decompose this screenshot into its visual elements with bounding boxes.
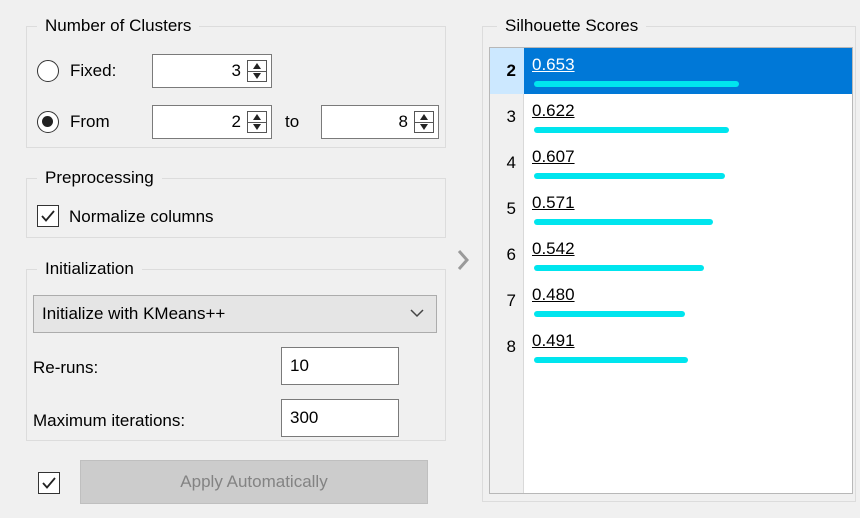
chevron-right-icon[interactable]	[456, 249, 470, 271]
score-row[interactable]: 5 0.571	[490, 186, 852, 232]
checkmark-icon	[41, 210, 55, 222]
fixed-spinbox-arrows[interactable]	[247, 60, 267, 82]
row-k-label: 2	[490, 48, 524, 94]
score-bar	[534, 173, 725, 179]
score-value: 0.542	[532, 239, 575, 258]
row-k-label: 6	[506, 245, 516, 264]
score-bar	[534, 357, 688, 363]
initialization-group: Initialization Initialize with KMeans++ …	[26, 258, 446, 441]
max-iterations-label: Maximum iterations:	[33, 411, 186, 430]
score-cell: 0.571	[524, 186, 852, 232]
kmeans-widget: Number of Clusters Fixed: 3 From 2 to 8 …	[0, 0, 860, 518]
score-bar	[534, 127, 729, 133]
score-bar	[534, 265, 704, 271]
row-k-label: 3	[506, 107, 516, 126]
score-cell: 0.653	[524, 48, 852, 94]
fixed-label: Fixed:	[70, 61, 117, 80]
score-cell: 0.491	[524, 324, 852, 370]
score-value: 0.480	[532, 285, 575, 304]
fixed-spinbox[interactable]: 3	[152, 54, 272, 88]
score-row[interactable]: 7 0.480	[490, 278, 852, 324]
chevron-down-icon	[410, 309, 424, 318]
silhouette-list[interactable]: 2 0.653 3 0.622 4 0.607 5 0.571 6 0.542 7 0.480 8 0.4…	[489, 47, 853, 494]
init-method-value: Initialize with KMeans++	[42, 304, 226, 323]
from-spinbox[interactable]: 2	[152, 105, 272, 139]
from-spinbox-arrows[interactable]	[247, 111, 267, 133]
fixed-radio[interactable]	[37, 60, 59, 82]
score-row[interactable]: 3 0.622	[490, 94, 852, 140]
score-row[interactable]: 4 0.607	[490, 140, 852, 186]
score-value: 0.653	[532, 55, 575, 74]
score-cell: 0.607	[524, 140, 852, 186]
score-bar	[534, 81, 739, 87]
from-spinbox-value: 2	[231, 112, 241, 131]
score-row[interactable]: 2 0.653	[490, 48, 852, 94]
silhouette-group-title: Silhouette Scores	[497, 15, 647, 37]
score-bar	[534, 311, 685, 317]
score-bar	[534, 219, 713, 225]
normalize-checkbox[interactable]	[37, 205, 59, 227]
score-value: 0.607	[532, 147, 575, 166]
normalize-label: Normalize columns	[69, 207, 214, 226]
to-spinbox-arrows[interactable]	[414, 111, 434, 133]
to-label: to	[285, 112, 300, 131]
score-value: 0.622	[532, 101, 575, 120]
reruns-value: 10	[290, 356, 309, 375]
max-iterations-value: 300	[290, 408, 319, 427]
row-k-label: 4	[506, 153, 516, 172]
clusters-group: Number of Clusters Fixed: 3 From 2 to 8	[26, 15, 446, 148]
reruns-input[interactable]: 10	[281, 347, 399, 385]
to-spinbox-value: 8	[398, 112, 408, 131]
fixed-spinbox-value: 3	[231, 61, 241, 80]
checkmark-icon	[42, 477, 56, 489]
from-label: From	[70, 112, 110, 131]
score-value: 0.491	[532, 331, 575, 350]
clusters-group-title: Number of Clusters	[37, 15, 200, 37]
to-spinbox[interactable]: 8	[321, 105, 439, 139]
score-cell: 0.622	[524, 94, 852, 140]
max-iterations-input[interactable]: 300	[281, 399, 399, 437]
score-value: 0.571	[532, 193, 575, 212]
initialization-group-title: Initialization	[37, 258, 142, 280]
row-k-label: 8	[506, 337, 516, 356]
score-row[interactable]: 8 0.491	[490, 324, 852, 370]
reruns-label: Re-runs:	[33, 358, 99, 377]
apply-auto-checkbox[interactable]	[38, 472, 60, 494]
from-radio[interactable]	[37, 111, 59, 133]
row-k-label: 7	[506, 291, 516, 310]
score-row[interactable]: 6 0.542	[490, 232, 852, 278]
init-method-select[interactable]: Initialize with KMeans++	[33, 295, 437, 333]
score-cell: 0.542	[524, 232, 852, 278]
preprocessing-group: Preprocessing Normalize columns	[26, 167, 446, 238]
apply-button[interactable]: Apply Automatically	[80, 460, 428, 504]
row-k-label: 5	[506, 199, 516, 218]
preprocessing-group-title: Preprocessing	[37, 167, 162, 189]
score-cell: 0.480	[524, 278, 852, 324]
